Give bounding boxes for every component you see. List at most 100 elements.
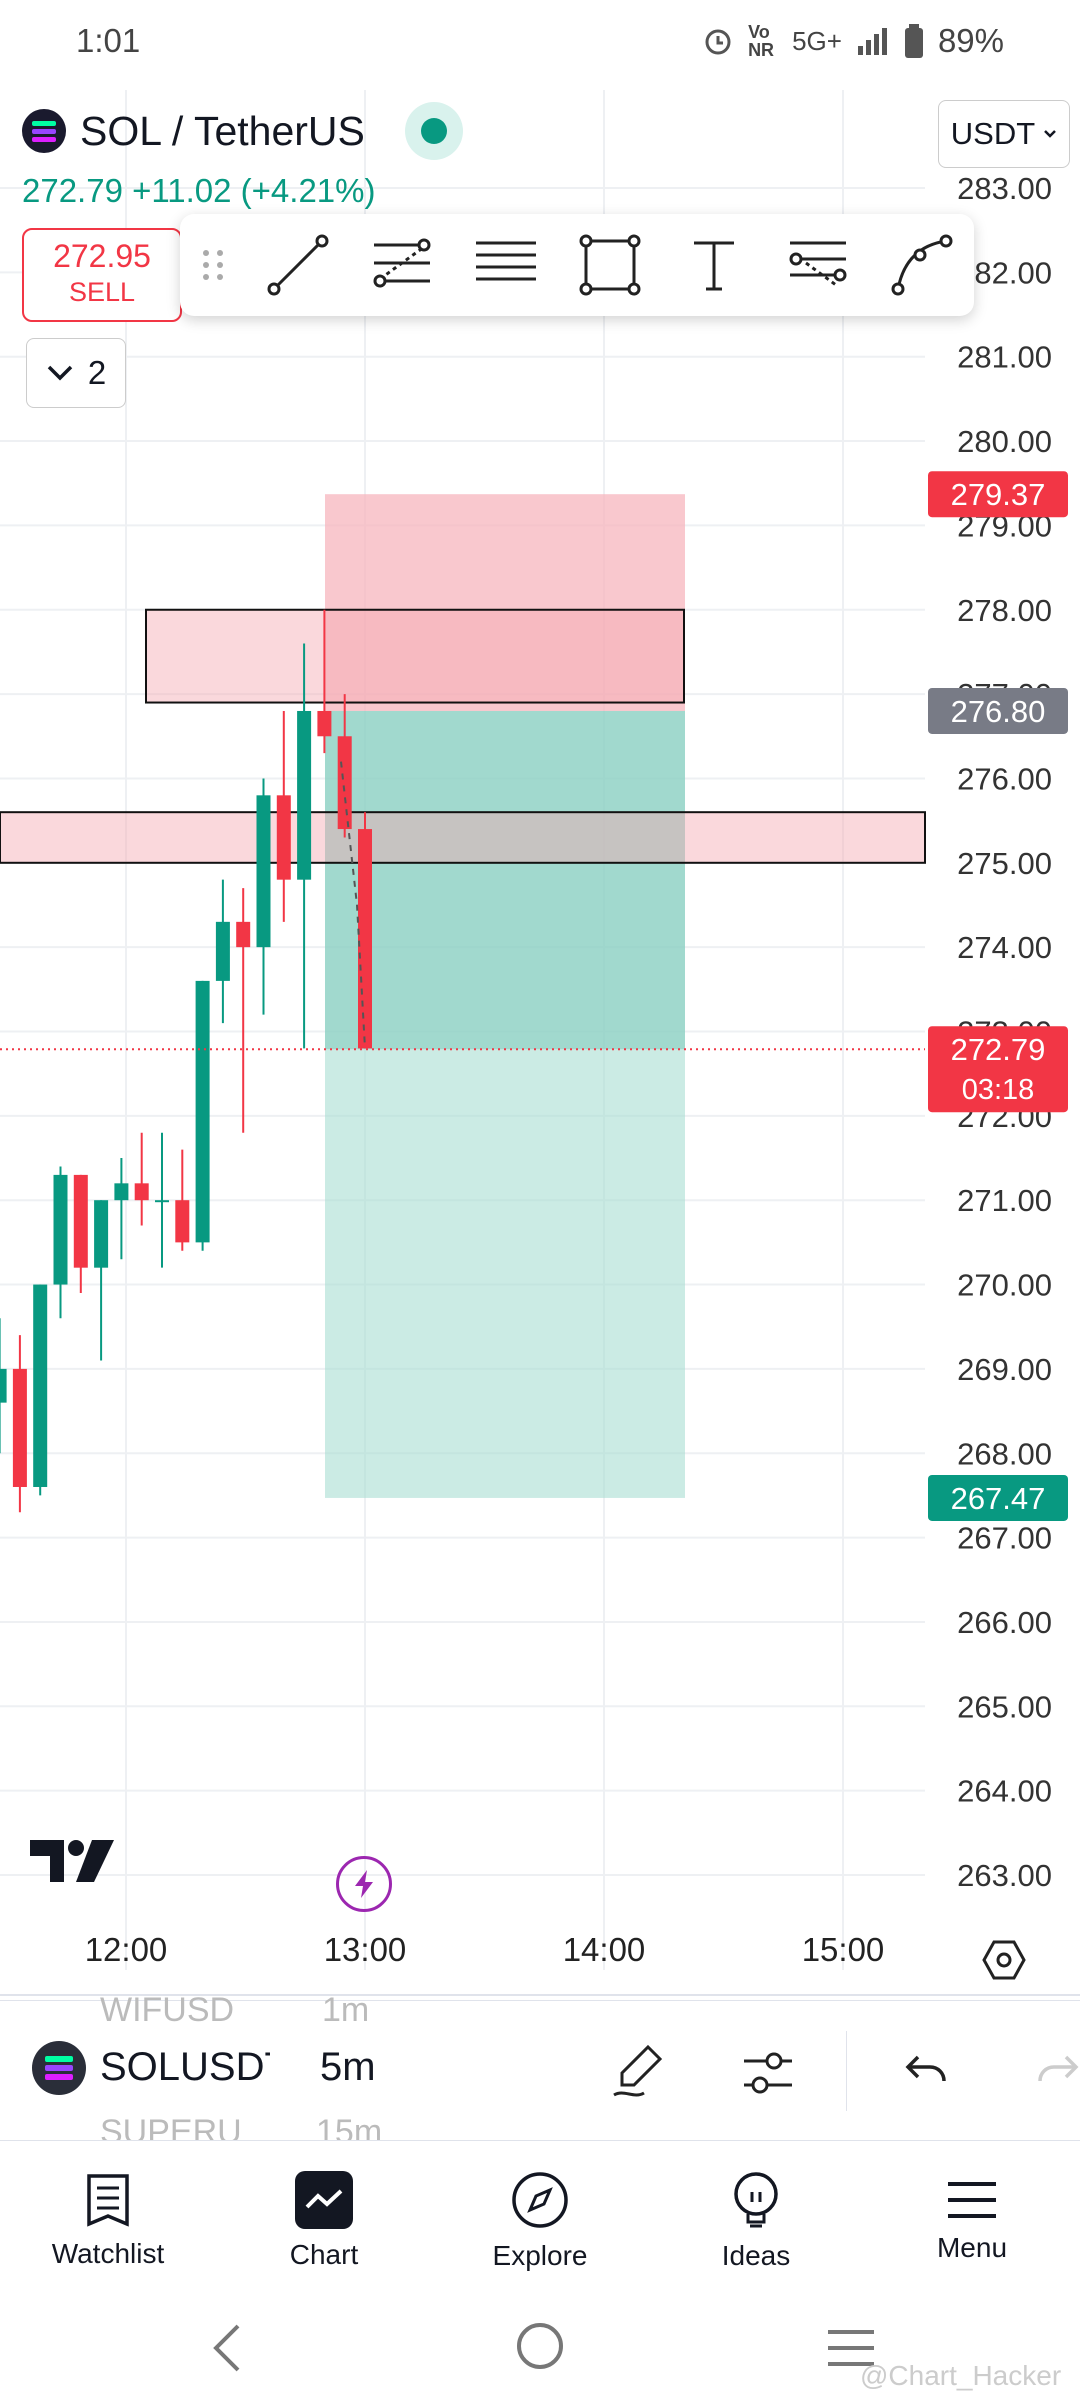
system-navigation[interactable]: @Chart_Hacker [0,2300,1080,2400]
candle-body [114,1183,129,1201]
indicators-collapse-button[interactable]: 2 [26,338,126,408]
alarm-icon [705,29,731,55]
price-tick-label: 274.00 [957,930,1052,965]
nav-explore[interactable]: Explore [432,2141,648,2301]
candle-body [236,921,251,948]
lightning-badge[interactable] [336,1856,392,1912]
parallel-channel-icon[interactable] [474,233,538,297]
price-tick-label: 280.00 [957,424,1052,459]
symbol-title[interactable]: SOL / TetherUS [80,108,365,155]
symbol-interval-bar[interactable]: WIFUSD 1m SOLUSDT 5m SUPERU 15m [0,1991,1080,2151]
candle-body [33,1284,48,1487]
drawing-toolbar[interactable] [180,214,974,316]
sell-label: SELL [68,277,136,307]
candle-body [195,980,210,1243]
price-tick-label: 266.00 [957,1605,1052,1640]
currency-selector[interactable]: USDT [938,100,1070,168]
rectangle-icon[interactable] [578,233,642,297]
home-icon[interactable] [514,2320,566,2372]
status-bar: 1:01 Vo NR 5G+ 89% [0,0,1080,90]
nav-label: Watchlist [51,2238,165,2269]
text-icon[interactable] [682,233,746,297]
back-icon[interactable] [210,2322,244,2374]
sell-button[interactable]: 272.95 SELL [22,228,182,322]
currency-label: USDT [950,116,1036,151]
signal-icon [857,28,887,55]
chart-icon [295,2171,353,2229]
candle-body [155,1200,169,1203]
time-tick-label: 14:00 [563,1931,646,1968]
fib-retracement-icon[interactable] [370,233,434,297]
watchlist-icon [87,2174,129,2227]
price-chart[interactable]: 283.00282.00281.00280.00279.00278.00277.… [0,90,1080,2000]
realized-profit-zone [325,710,685,1050]
price-tick-label: 268.00 [957,1436,1052,1471]
nav-chart[interactable]: Chart [216,2141,432,2301]
candle-body [94,1200,109,1268]
curve-icon[interactable] [890,233,954,297]
stop-loss-tag: 279.37 [951,477,1046,512]
hamburger-icon [948,2182,996,2218]
time-tick-label: 13:00 [324,1931,407,1968]
symbol-header[interactable]: SOL / TetherUS [22,102,463,160]
trend-line-icon[interactable] [266,233,330,297]
candle-body [134,1183,149,1201]
status-time: 1:01 [76,22,141,59]
nav-label: Menu [936,2232,1008,2263]
current-interval[interactable]: 5m [320,2045,376,2090]
nav-watchlist[interactable]: Watchlist [0,2141,216,2301]
prev-interval[interactable]: 1m [322,1991,369,2030]
price-tick-label: 264.00 [957,1774,1052,1809]
indicators-sliders-icon[interactable] [740,2045,796,2101]
battery-level: 89% [937,22,1004,59]
tradingview-logo [30,1840,114,1882]
chart-settings-icon[interactable] [982,1938,1026,1982]
bottom-nav[interactable]: Watchlist Chart Explore Ideas Menu [0,2140,1080,2301]
chart-canvas[interactable]: 283.00282.00281.00280.00279.00278.00277.… [0,90,1080,2000]
compass-icon [512,2172,568,2228]
nav-ideas[interactable]: Ideas [648,2141,864,2301]
price-tick-label: 283.00 [957,171,1052,206]
prev-symbol[interactable]: WIFUSD [100,1991,234,2030]
nav-menu[interactable]: Menu [864,2141,1080,2301]
price-tick-label: 278.00 [957,593,1052,628]
nav-label: Ideas [721,2240,791,2271]
time-tick-label: 12:00 [85,1931,168,1968]
price-tick-label: 275.00 [957,846,1052,881]
undo-icon[interactable] [904,2051,948,2091]
price-tick-label: 263.00 [957,1858,1052,1893]
current-symbol[interactable]: SOLUSDT [100,2045,270,2090]
candle-body [73,1174,88,1268]
price-change: 272.79 +11.02 (+4.21%) [22,172,376,209]
chevron-down-icon [47,365,73,381]
candle-body [337,736,352,830]
volte-indicator: Vo NR [748,22,775,60]
price-tick-label: 265.00 [957,1689,1052,1724]
drag-handle-icon[interactable] [200,245,226,285]
candle-body [358,829,372,1049]
last-price-tag-countdown: 03:18 [962,1074,1035,1106]
price-tick-label: 269.00 [957,1352,1052,1387]
candle-body [0,1368,7,1403]
time-tick-label: 15:00 [802,1931,885,1968]
draw-pencil-icon[interactable] [608,2041,668,2101]
divider [846,2031,847,2111]
network-indicator: 5G+ [792,25,842,56]
price-tick-label: 271.00 [957,1183,1052,1218]
pitchfork-icon[interactable] [786,233,850,297]
solana-logo-icon [32,2041,86,2095]
last-price-tag: 272.79 [951,1032,1046,1067]
lightning-icon [355,1870,373,1898]
candle-body [215,921,230,981]
price-tick-label: 281.00 [957,340,1052,375]
supply-box [145,608,685,704]
redo-icon[interactable] [1036,2051,1080,2091]
lightbulb-icon [734,2172,778,2228]
candle-body [175,1200,190,1243]
candle-body [297,710,312,880]
price-tick-label: 276.00 [957,761,1052,796]
indicator-count: 2 [87,354,107,391]
candle-body [317,710,332,737]
take-profit-tag: 267.47 [951,1481,1046,1516]
market-open-indicator [404,102,463,160]
